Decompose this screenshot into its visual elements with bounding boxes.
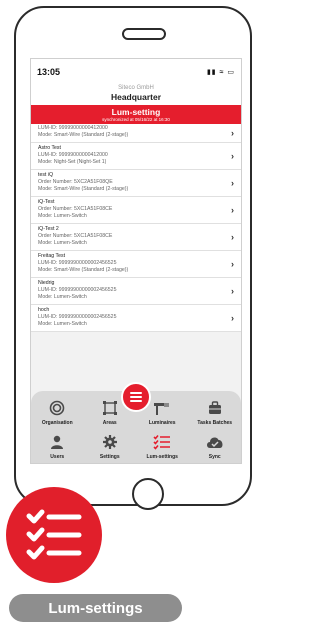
nav-tasks-batches[interactable]: Tasks Batches (189, 393, 242, 429)
status-bar: 13:05 ▮▮ ≈ ▭ (31, 59, 241, 85)
status-icons: ▮▮ ≈ ▭ (206, 69, 235, 76)
checklist-icon (26, 509, 82, 560)
luminaire-name: Freitag Test (38, 253, 66, 259)
list-item[interactable]: Niedrig LUM-ID: 99999900000002456525 Mod… (31, 278, 241, 305)
section-banner: Lum-setting synchronized at 05/16/22 at … (31, 105, 241, 124)
nav-label: Organisation (41, 420, 73, 426)
lum-id-text: LUM-ID: 99999900000002456525 (38, 260, 117, 266)
lum-id-text: LUM-ID: 99999000000412000 (38, 125, 108, 131)
list-item[interactable]: Astro Test LUM-ID: 99999000000412000 Mod… (31, 143, 241, 170)
list-item[interactable]: iQ-Test 2 Order Number: 5XC1A51F08CE Mod… (31, 224, 241, 251)
mode-text: Mode: Lumen-Switch (38, 321, 87, 327)
nav-settings[interactable]: Settings (84, 429, 137, 463)
nav-sync[interactable]: Sync (189, 429, 242, 463)
chevron-right-icon: › (231, 259, 234, 269)
nav-users[interactable]: Users (31, 429, 84, 463)
nav-label: Users (50, 454, 65, 460)
mode-text: Mode: Lumen-Switch (38, 294, 87, 300)
sync-status-text: synchronized at 05/16/22 at 16:30 (102, 117, 170, 122)
area-frame-icon (102, 399, 118, 417)
luminaire-list: LUM-ID: 99999000000412000 Mode: Smart-Wi… (31, 124, 241, 332)
luminaire-name: iQ-Test 2 (38, 226, 59, 232)
phone-home-button[interactable] (132, 478, 164, 510)
street-lamp-icon (153, 399, 171, 417)
nav-label: Lum-settings (146, 454, 178, 460)
list-item[interactable]: Freitag Test LUM-ID: 9999990000000245652… (31, 251, 241, 278)
mode-text: Mode: Lumen-Switch (38, 213, 87, 219)
mode-text: Mode: Night-Set (Night-Set 1) (38, 159, 107, 165)
lum-id-text: LUM-ID: 99999900000002456525 (38, 314, 117, 320)
banner-title: Lum-setting (111, 107, 161, 117)
nav-lum-settings[interactable]: Lum-settings (136, 429, 189, 463)
cloud-check-icon (206, 433, 224, 451)
mode-text: Mode: Smart-Wire (Standard (2-stage)) (38, 267, 129, 273)
mode-text: Mode: Smart-Wire (Standard (2-stage)) (38, 132, 129, 138)
gear-icon (102, 433, 118, 451)
list-item[interactable]: LUM-ID: 99999000000412000 Mode: Smart-Wi… (31, 124, 241, 143)
luminaire-name: Astro Test (38, 145, 61, 151)
list-item[interactable]: iQ-Test Order Number: 5XC1A51F08CE Mode:… (31, 197, 241, 224)
status-time: 13:05 (37, 67, 61, 77)
order-number-text: Order Number: 5XC1A51F08CE (38, 206, 113, 212)
nav-label: Luminaires (148, 420, 176, 426)
lum-id-text: LUM-ID: 99999000000412000 (38, 152, 108, 158)
lum-settings-feature-icon (6, 487, 102, 583)
chevron-right-icon: › (231, 232, 234, 242)
target-icon (49, 399, 65, 417)
luminaire-name: iQ-Test (38, 199, 55, 205)
mode-text: Mode: Smart-Wire (Standard (2-stage)) (38, 186, 129, 192)
luminaire-name: hoch (38, 307, 50, 313)
list-item[interactable]: test iQ Order Number: 5XC2A51F08QE Mode:… (31, 170, 241, 197)
chevron-right-icon: › (231, 128, 234, 138)
app-screen: 13:05 ▮▮ ≈ ▭ Siteco GmbH Headquarter Lum… (30, 58, 242, 464)
chevron-right-icon: › (231, 286, 234, 296)
briefcase-icon (207, 399, 223, 417)
user-icon (49, 433, 65, 451)
mode-text: Mode: Lumen-Switch (38, 240, 87, 246)
chevron-right-icon: › (231, 151, 234, 161)
chevron-right-icon: › (231, 178, 234, 188)
checklist-icon (153, 433, 171, 451)
order-number-text: Order Number: 5XC1A51F08CE (38, 233, 113, 239)
company-name: Siteco GmbH (118, 85, 154, 91)
lum-id-text: LUM-ID: 99999900000002456525 (38, 287, 117, 293)
phone-speaker (122, 28, 166, 40)
feature-caption: Lum-settings (9, 594, 182, 622)
chevron-right-icon: › (231, 205, 234, 215)
chevron-right-icon: › (231, 313, 234, 323)
menu-icon (130, 392, 142, 402)
luminaire-name: test iQ (38, 172, 53, 178)
menu-fab-button[interactable] (121, 382, 151, 412)
nav-label: Tasks Batches (197, 420, 233, 426)
nav-label: Sync (208, 454, 221, 460)
location-title: Headquarter (110, 92, 162, 102)
page-header: Siteco GmbH Headquarter (31, 85, 241, 105)
order-number-text: Order Number: 5XC2A51F08QE (38, 179, 113, 185)
nav-label: Settings (99, 454, 120, 460)
nav-label: Areas (102, 420, 117, 426)
nav-organisation[interactable]: Organisation (31, 393, 84, 429)
luminaire-name: Niedrig (38, 280, 55, 286)
list-item[interactable]: hoch LUM-ID: 99999900000002456525 Mode: … (31, 305, 241, 332)
